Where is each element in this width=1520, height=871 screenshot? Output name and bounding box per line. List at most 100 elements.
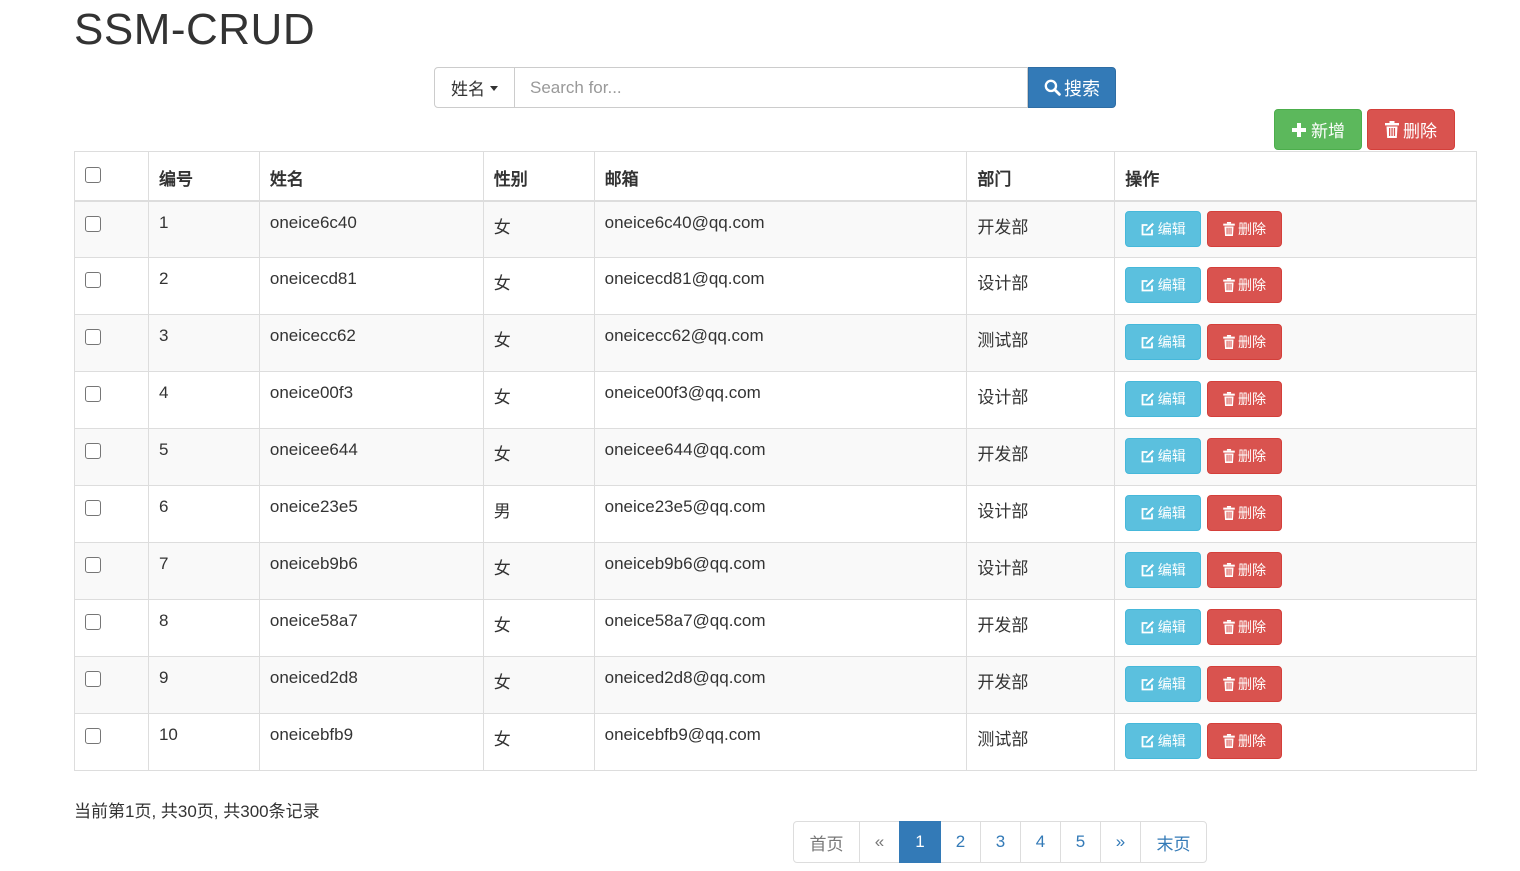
cell-name: oneice23e5 (258, 485, 484, 543)
edit-icon (1141, 677, 1155, 691)
row-checkbox[interactable] (85, 215, 101, 232)
cell-id: 7 (147, 542, 260, 600)
add-button-label: 新增 (1311, 122, 1345, 141)
edit-icon (1141, 563, 1155, 577)
caret-down-icon (490, 86, 498, 91)
edit-button[interactable]: 编辑 (1125, 438, 1202, 474)
row-select-cell (74, 542, 149, 600)
row-checkbox[interactable] (85, 671, 101, 687)
trash-icon (1223, 734, 1235, 748)
delete-button[interactable]: 删除 (1206, 210, 1282, 247)
trash-icon (1223, 449, 1235, 463)
edit-button[interactable]: 编辑 (1125, 495, 1202, 531)
delete-selected-button[interactable]: 删除 (1367, 109, 1455, 150)
cell-name: oneiced2d8 (258, 656, 484, 714)
delete-button[interactable]: 删除 (1206, 552, 1282, 588)
page-5[interactable]: 5 (1060, 821, 1101, 863)
delete-label: 删除 (1237, 733, 1266, 749)
edit-icon (1141, 392, 1155, 406)
page-3[interactable]: 3 (980, 821, 1021, 863)
row-select-cell (74, 314, 149, 372)
row-select-cell (74, 713, 149, 771)
cell-name: oneicecc62 (258, 314, 484, 372)
cell-dept: 开发部 (966, 599, 1116, 657)
page-4[interactable]: 4 (1020, 821, 1061, 863)
edit-icon (1141, 222, 1155, 236)
edit-button[interactable]: 编辑 (1125, 723, 1202, 759)
trash-icon (1223, 677, 1235, 691)
edit-button[interactable]: 编辑 (1125, 210, 1202, 247)
header-gender: 性别 (482, 151, 595, 202)
delete-button[interactable]: 删除 (1206, 267, 1282, 303)
edit-label: 编辑 (1157, 448, 1186, 464)
edit-button[interactable]: 编辑 (1125, 267, 1202, 303)
cell-name: oneice58a7 (258, 599, 484, 657)
delete-label: 删除 (1237, 448, 1266, 464)
page-last[interactable]: 末页 (1140, 821, 1207, 863)
cell-actions: 编辑 删除 (1114, 599, 1477, 657)
edit-button[interactable]: 编辑 (1125, 381, 1202, 417)
delete-selected-label: 删除 (1403, 122, 1437, 141)
cell-email: oneicee644@qq.com (593, 428, 968, 486)
delete-label: 删除 (1237, 334, 1266, 350)
cell-email: oneiced2d8@qq.com (593, 656, 968, 714)
row-checkbox[interactable] (85, 386, 101, 402)
cell-dept: 设计部 (966, 542, 1116, 600)
row-checkbox[interactable] (85, 500, 101, 516)
row-checkbox[interactable] (85, 557, 101, 573)
delete-button[interactable]: 删除 (1206, 324, 1282, 360)
delete-button[interactable]: 删除 (1206, 666, 1282, 702)
page-info: 当前第1页, 共30页, 共300条记录 (74, 802, 320, 821)
delete-button[interactable]: 删除 (1206, 438, 1282, 474)
header-email: 邮箱 (593, 151, 968, 202)
row-checkbox[interactable] (85, 728, 101, 744)
trash-icon (1223, 221, 1235, 236)
page-next[interactable]: » (1100, 821, 1141, 863)
trash-icon (1223, 335, 1235, 349)
add-employee-button[interactable]: 新增 (1274, 109, 1362, 150)
search-input[interactable] (515, 67, 1028, 108)
edit-button[interactable]: 编辑 (1125, 324, 1202, 360)
delete-label: 删除 (1237, 505, 1266, 521)
cell-dept: 测试部 (966, 314, 1116, 372)
select-all-checkbox[interactable] (85, 167, 101, 183)
cell-id: 4 (147, 371, 260, 429)
edit-icon (1141, 449, 1155, 463)
row-select-cell (74, 200, 149, 258)
delete-button[interactable]: 删除 (1206, 381, 1282, 417)
delete-button[interactable]: 删除 (1206, 609, 1282, 645)
page-2[interactable]: 2 (940, 821, 981, 863)
row-checkbox[interactable] (85, 443, 101, 459)
page-title: SSM-CRUD (74, 5, 316, 54)
table-row: 6 oneice23e5 男 oneice23e5@qq.com 设计部 编辑 删除 (74, 485, 1477, 543)
row-checkbox[interactable] (85, 272, 101, 288)
edit-label: 编辑 (1157, 619, 1186, 635)
search-button[interactable]: 搜索 (1028, 67, 1116, 108)
table-row: 2 oneicecd81 女 oneicecd81@qq.com 设计部 编辑 删除 (74, 257, 1477, 315)
cell-gender: 女 (482, 257, 595, 315)
page-1[interactable]: 1 (899, 821, 941, 863)
delete-label: 删除 (1237, 676, 1266, 692)
cell-dept: 测试部 (966, 713, 1116, 771)
delete-button[interactable]: 删除 (1206, 495, 1282, 531)
plus-icon (1291, 122, 1307, 138)
cell-email: oneiceb9b6@qq.com (593, 542, 968, 600)
search-field-dropdown[interactable]: 姓名 (434, 67, 515, 108)
cell-email: oneicecc62@qq.com (593, 314, 968, 372)
header-id: 编号 (147, 151, 260, 202)
header-actions: 操作 (1114, 151, 1477, 202)
employee-table: 编号 姓名 性别 邮箱 部门 操作 1 oneice6c40 女 oneice6c40… (74, 151, 1477, 771)
edit-button[interactable]: 编辑 (1125, 552, 1202, 588)
cell-gender: 女 (482, 599, 595, 657)
cell-dept: 开发部 (966, 656, 1116, 714)
row-select-cell (74, 485, 149, 543)
edit-button[interactable]: 编辑 (1125, 609, 1202, 645)
row-checkbox[interactable] (85, 329, 101, 345)
page-first[interactable]: 首页 (793, 821, 860, 863)
delete-button[interactable]: 删除 (1206, 723, 1282, 759)
edit-icon (1141, 506, 1155, 520)
page-prev[interactable]: « (859, 821, 900, 863)
cell-gender: 女 (482, 314, 595, 372)
edit-button[interactable]: 编辑 (1125, 666, 1202, 702)
row-checkbox[interactable] (85, 614, 101, 630)
